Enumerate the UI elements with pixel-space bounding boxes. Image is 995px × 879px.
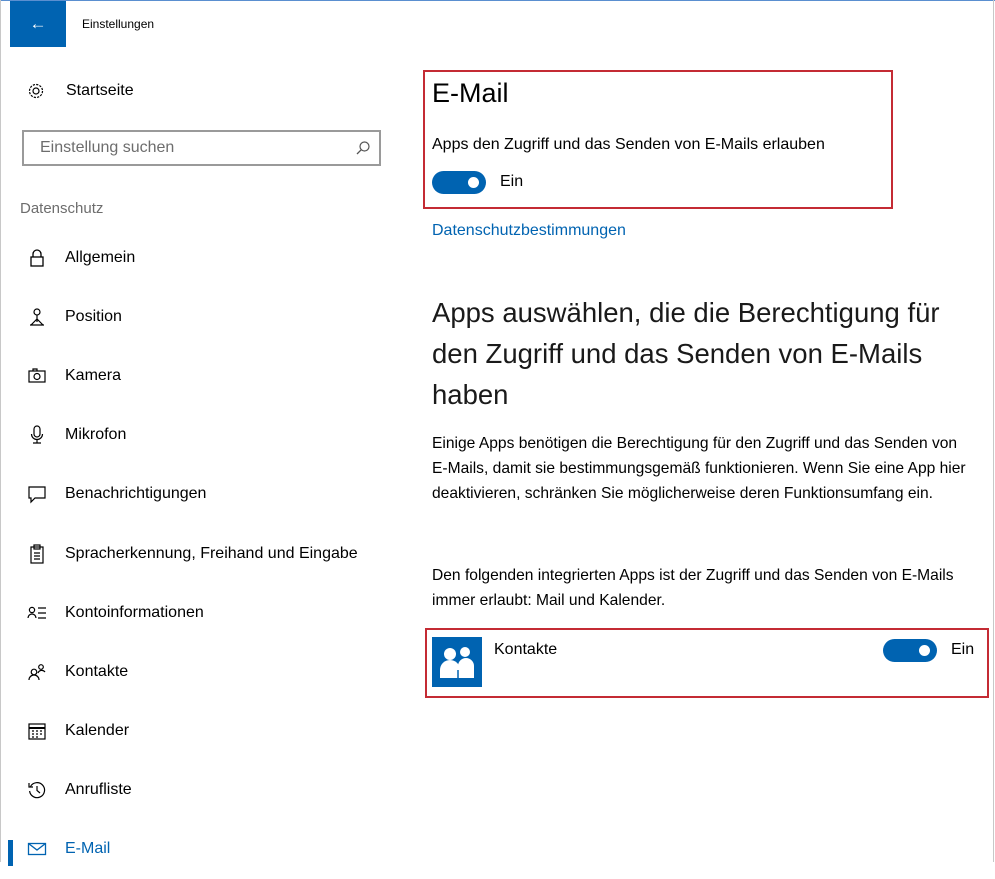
sidebar-item-label: Mikrofon — [65, 426, 127, 444]
location-icon — [26, 306, 48, 328]
search-icon[interactable] — [355, 140, 371, 156]
sidebar-item-kontakte[interactable]: Kontakte — [0, 642, 410, 701]
description-text: Einige Apps benötigen die Berechtigung f… — [432, 435, 966, 502]
sidebar-section-title: Datenschutz — [20, 200, 104, 217]
clipboard-icon — [26, 543, 48, 565]
search-input[interactable] — [38, 138, 342, 158]
calendar-icon — [26, 720, 48, 742]
toggle-state-label: Ein — [500, 173, 524, 190]
gear-icon — [28, 83, 44, 99]
sidebar-item-label: E-Mail — [65, 840, 111, 858]
lock-icon — [26, 247, 48, 269]
sidebar-item-label: Allgemein — [65, 248, 136, 266]
home-label: Startseite — [66, 82, 134, 99]
notification-icon — [26, 483, 48, 505]
search-box[interactable] — [22, 130, 381, 166]
sidebar-item-position[interactable]: Position — [0, 287, 410, 346]
sidebar-item-allgemein[interactable]: Allgemein — [0, 228, 410, 287]
sidebar-nav: Allgemein Position Kamera Mikrofon Benac… — [0, 228, 410, 879]
sidebar-item-email[interactable]: E-Mail — [0, 820, 410, 879]
mail-icon — [26, 838, 48, 860]
window-title: Einstellungen — [82, 17, 155, 31]
sidebar-item-kalender[interactable]: Kalender — [0, 702, 410, 761]
privacy-link[interactable]: Datenschutzbestimmungen — [432, 222, 626, 240]
toggle-state-label: Ein — [951, 641, 975, 658]
window-right-border — [993, 0, 994, 862]
sidebar-item-label: Anrufliste — [65, 781, 132, 799]
history-icon — [26, 779, 48, 801]
page-title: E-Mail — [432, 78, 509, 108]
builtin-apps-note: Den folgenden integrierten Apps ist der … — [432, 567, 954, 609]
sidebar-item-spracherkennung[interactable]: Spracherkennung, Freihand und Eingabe — [0, 524, 410, 583]
sidebar-item-label: Benachrichtigungen — [65, 485, 207, 503]
window-top-border — [0, 0, 995, 1]
camera-icon — [26, 365, 48, 387]
sidebar-item-label: Kontakte — [65, 662, 129, 680]
sidebar-item-benachrichtigungen[interactable]: Benachrichtigungen — [0, 465, 410, 524]
sidebar-item-label: Position — [65, 307, 122, 325]
sidebar-item-mikrofon[interactable]: Mikrofon — [0, 406, 410, 465]
sidebar-item-kontoinformationen[interactable]: Kontoinformationen — [0, 583, 410, 642]
sidebar-item-label: Kontoinformationen — [65, 603, 204, 621]
home-link[interactable]: Startseite — [26, 80, 134, 102]
kontakte-toggle[interactable] — [883, 639, 937, 662]
sidebar-item-label: Spracherkennung, Freihand und Eingabe — [65, 544, 358, 562]
contacts-icon — [26, 661, 48, 683]
app-tile-kontakte — [432, 637, 482, 687]
apps-heading: Apps auswählen, die die Berechtigung für… — [432, 297, 940, 410]
sidebar-item-label: Kalender — [65, 722, 130, 740]
account-info-icon — [26, 602, 48, 624]
microphone-icon — [26, 424, 48, 446]
permission-label: Apps den Zugriff und das Senden von E-Ma… — [432, 136, 825, 153]
app-name: Kontakte — [494, 641, 558, 658]
back-button[interactable]: ← — [10, 1, 66, 47]
people-icon — [440, 647, 474, 678]
arrow-left-icon: ← — [29, 14, 47, 33]
sidebar-item-label: Kamera — [65, 366, 122, 384]
sidebar-item-kamera[interactable]: Kamera — [0, 346, 410, 405]
sidebar-item-anrufliste[interactable]: Anrufliste — [0, 761, 410, 820]
email-access-toggle[interactable] — [432, 171, 486, 194]
